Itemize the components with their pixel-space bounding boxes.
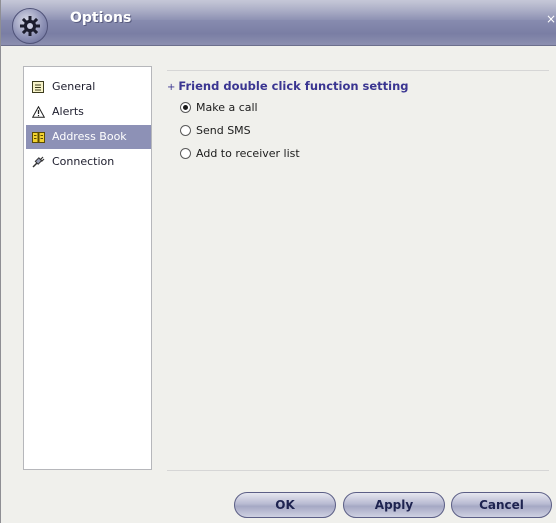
window-title: Options [70, 10, 132, 26]
sidebar-item-label: Alerts [52, 105, 84, 118]
title-bar[interactable]: Options × [1, 0, 556, 46]
section-title-text: Friend double click function setting [178, 79, 409, 93]
sidebar-item-general[interactable]: General [26, 75, 151, 99]
apply-button[interactable]: Apply [343, 492, 445, 518]
ok-button[interactable]: OK [234, 492, 336, 518]
footer-divider [167, 470, 549, 471]
alert-icon [31, 105, 45, 119]
section-bullet: + [167, 82, 176, 93]
sidebar-item-label: General [52, 80, 96, 93]
radio-button[interactable] [180, 101, 191, 113]
general-icon [31, 80, 45, 94]
radio-button[interactable] [180, 147, 191, 159]
address-book-icon [31, 130, 45, 144]
radio-send-sms[interactable]: Send SMS [180, 123, 251, 139]
options-sidebar: General Alerts Address Book Connection [23, 66, 152, 470]
options-window: Options × General Alerts Address Book Co… [0, 0, 556, 523]
radio-label: Make a call [196, 101, 258, 114]
radio-label: Send SMS [196, 124, 251, 137]
radio-make-a-call[interactable]: Make a call [180, 100, 258, 116]
sidebar-item-alerts[interactable]: Alerts [26, 100, 151, 124]
gear-icon[interactable] [12, 8, 48, 44]
cancel-button[interactable]: Cancel [451, 492, 552, 518]
sidebar-item-connection[interactable]: Connection [26, 150, 151, 174]
close-icon[interactable]: × [546, 13, 556, 25]
connection-icon [31, 155, 45, 169]
sidebar-item-label: Address Book [52, 130, 127, 143]
radio-label: Add to receiver list [196, 147, 300, 160]
sidebar-item-label: Connection [52, 155, 115, 168]
radio-button[interactable] [180, 124, 191, 136]
section-title: + Friend double click function setting [167, 79, 409, 93]
content-divider-top [167, 70, 549, 71]
radio-add-to-receiver-list[interactable]: Add to receiver list [180, 146, 300, 162]
sidebar-item-address-book[interactable]: Address Book [26, 125, 151, 149]
